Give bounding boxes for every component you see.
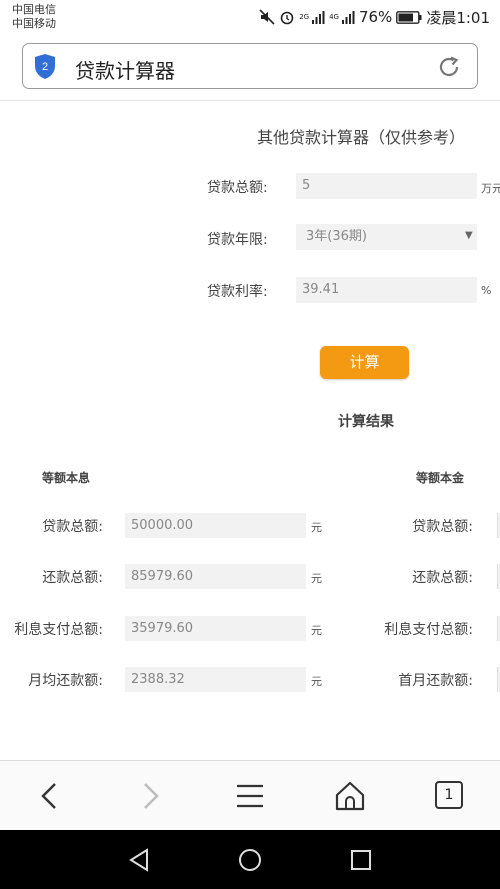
chevron-down-icon: ▼ [465, 230, 473, 241]
rate-label: 贷款利率: [207, 284, 268, 300]
forward-icon[interactable] [133, 779, 167, 813]
back-icon[interactable] [33, 779, 67, 813]
clock: 凌晨1:01 [426, 8, 490, 27]
amount-input[interactable]: 5 [296, 173, 477, 199]
interest-total-label: 利息支付总额: [14, 622, 103, 638]
signal-icon [341, 11, 355, 24]
page-title: 贷款计算器 [75, 59, 175, 83]
mute-icon [259, 9, 275, 25]
network-type-1: 2G [299, 13, 310, 21]
carrier-primary: 中国电信 [12, 3, 56, 16]
network-type-2: 4G [329, 13, 339, 21]
amount-unit: 万元 [481, 182, 500, 195]
amount-label: 贷款总额: [207, 180, 268, 196]
monthly-payment-value: 2388.32 [125, 667, 306, 692]
equal-payment-heading: 等额本息 [42, 471, 91, 485]
principal-loan-total-label: 贷款总额: [412, 519, 473, 535]
unit-label: 元 [311, 624, 322, 637]
term-select[interactable]: 3年(36期) [296, 224, 477, 250]
repay-total-label: 还款总额: [42, 570, 103, 586]
shield-icon: 2 [35, 54, 55, 79]
address-bar[interactable]: 2 贷款计算器 [22, 43, 478, 89]
first-month-payment-label: 首月还款额: [398, 673, 473, 689]
rate-unit: % [481, 284, 492, 297]
tabs-button[interactable]: 1 [435, 781, 463, 809]
carrier-secondary: 中国移动 [12, 17, 56, 30]
loan-total-value: 50000.00 [125, 513, 306, 538]
browser-toolbar [0, 761, 500, 830]
signal-icon [312, 11, 325, 24]
battery-percent: 76% [358, 8, 393, 26]
results-title: 计算结果 [338, 414, 394, 430]
nav-recents-icon[interactable] [348, 847, 374, 873]
unit-label: 元 [311, 675, 322, 688]
system-navigation-bar [0, 830, 500, 889]
rate-input[interactable]: 39.41 [296, 277, 477, 303]
battery-icon [396, 10, 422, 24]
status-bar: 中国电信 中国移动 2G 4G 76% 凌晨1:01 [0, 0, 500, 40]
loan-total-label: 贷款总额: [42, 519, 103, 535]
principal-repay-total-label: 还款总额: [412, 570, 473, 586]
interest-total-value: 35979.60 [125, 616, 306, 641]
security-level-badge: 2 [42, 61, 48, 73]
divider [0, 100, 500, 101]
principal-interest-total-label: 利息支付总额: [384, 622, 473, 638]
refresh-icon[interactable] [437, 55, 461, 79]
menu-icon[interactable] [233, 779, 267, 813]
calculator-heading: 其他贷款计算器（仅供参考） [257, 128, 466, 147]
nav-home-icon[interactable] [237, 847, 263, 873]
repay-total-value: 85979.60 [125, 564, 306, 589]
equal-principal-heading: 等额本金 [416, 471, 465, 485]
nav-back-icon[interactable] [126, 847, 152, 873]
calculate-button[interactable]: 计算 [320, 346, 409, 379]
monthly-payment-label: 月均还款额: [28, 673, 103, 689]
term-label: 贷款年限: [207, 232, 268, 248]
unit-label: 元 [311, 572, 322, 585]
home-icon[interactable] [333, 779, 367, 813]
alarm-icon [280, 11, 294, 25]
unit-label: 元 [311, 521, 322, 534]
